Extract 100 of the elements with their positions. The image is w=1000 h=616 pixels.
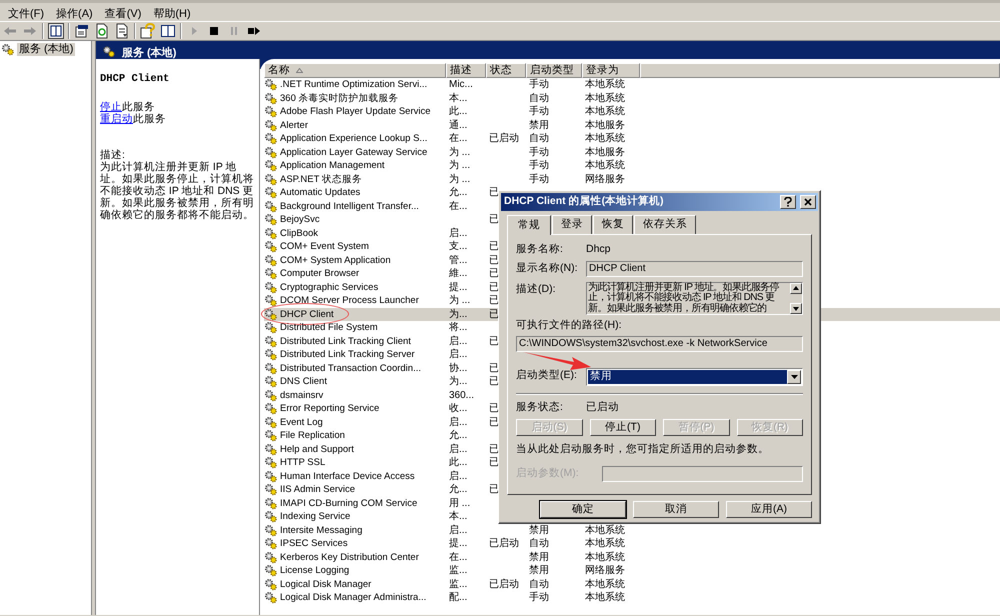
display-name-field[interactable]: DHCP Client [586,260,803,277]
dialog-tab[interactable]: 依存关系 [634,215,696,234]
tree-toggle-icon[interactable] [48,23,64,39]
scroll-up-button[interactable] [790,282,802,294]
description-cell: 在... [449,552,468,562]
close-button[interactable] [800,195,816,209]
field-label: 显示名称(N): [516,260,578,275]
service-name[interactable]: Help and Support [280,442,354,456]
service-name[interactable]: IPSEC Services [280,537,348,550]
service-name[interactable]: File Replication [280,429,345,442]
service-name[interactable]: Indexing Service [280,510,350,524]
description-cell: 允... [449,187,468,198]
column-header[interactable]: 名称 [264,63,446,78]
service-name[interactable]: IMAPI CD-Burning COM Service [280,496,418,510]
description-cell: 在... [449,133,468,144]
service-name[interactable]: Distributed Transaction Coordin... [280,362,421,375]
service-name[interactable]: BejoySvc [280,213,320,226]
service-name[interactable]: DNS Client [280,375,327,388]
gears-icon [264,429,278,442]
menu-item[interactable]: 操作(A) [50,7,99,21]
dialog-button[interactable]: 取消 [633,501,719,518]
export-icon[interactable] [114,23,130,39]
status-cell: 已 [489,282,499,292]
service-name[interactable]: COM+ Event System [280,240,369,254]
column-header[interactable]: 登录为 [582,63,640,78]
help-button[interactable] [780,195,796,209]
service-name[interactable]: Logical Disk Manager [280,578,372,591]
dialog-tab[interactable]: 恢复 [593,215,633,234]
service-name[interactable]: Background Intelligent Transfer... [280,200,419,213]
service-name[interactable]: Kerberos Key Distribution Center [280,550,419,564]
service-name[interactable]: Distributed Link Tracking Server [280,348,415,362]
status-cell: 已 [489,362,499,374]
service-control-button[interactable]: 停止(T) [590,419,656,436]
action-link[interactable]: 重启动 [100,113,133,125]
dialog-tab[interactable]: 常规 [507,215,551,235]
service-name[interactable]: Application Experience Lookup S... [280,132,428,146]
menu-item[interactable]: 文件(F) [2,7,50,21]
description-field[interactable]: 为此计算机注册并更新 IP 地址。如果此服务停止，计算机将不能接收动态 IP 地址和 DNS 更新。如果此服务被禁用，所有明确依赖它的 [586,282,803,316]
startup-type-dropdown[interactable]: 禁用 [586,368,803,386]
description-cell: 为 ... [449,174,470,184]
gears-icon [264,524,278,537]
column-header[interactable]: 启动类型 [526,63,582,78]
description-cell: 允... [449,430,468,441]
path-field[interactable]: C:\WINDOWS\system32\svchost.exe -k NetworkService [516,336,803,352]
service-name[interactable]: COM+ System Application [280,254,391,267]
close-icon [804,198,812,206]
properties-icon[interactable] [74,23,90,39]
service-name[interactable]: Human Interface Device Access [280,470,415,483]
start-parameters-field[interactable] [602,466,803,482]
service-name[interactable]: Cryptographic Services [280,280,378,294]
service-name[interactable]: Alerter [280,118,308,132]
service-name[interactable]: .NET Runtime Optimization Servi... [280,78,428,92]
column-header[interactable]: 状态 [486,63,526,78]
service-name[interactable]: Distributed File System [280,321,378,334]
service-name[interactable]: Distributed Link Tracking Client [280,334,411,348]
gears-icon [264,146,278,159]
status-cell: 已启动 [489,538,519,549]
service-name[interactable]: Event Log [280,416,323,429]
service-name[interactable]: HTTP SSL [280,456,326,470]
service-name[interactable]: Intersite Messaging [280,524,362,537]
service-name[interactable]: ASP.NET 状态服务 [280,172,362,186]
column-header[interactable] [640,63,1000,78]
help-icon[interactable] [140,23,156,39]
dialog-button[interactable]: 确定 [540,501,626,518]
panel-icon[interactable] [160,23,176,39]
service-name[interactable]: IIS Admin Service [280,483,355,496]
logon-cell: 本地系统 [585,160,625,171]
action-link[interactable]: 停止 [100,101,122,113]
service-name[interactable]: Application Layer Gateway Service [280,146,428,159]
description-cell: 启... [449,228,468,238]
service-name[interactable]: dsmainsrv [280,388,324,402]
service-name[interactable]: Application Management [280,159,385,172]
menu-item[interactable]: 帮助(H) [147,7,197,21]
service-name[interactable]: DHCP Client [280,308,334,321]
column-header[interactable]: 描述 [446,63,486,78]
service-name[interactable]: DCOM Server Process Launcher [280,294,419,308]
service-name[interactable]: Computer Browser [280,267,360,280]
service-name[interactable]: 360 杀毒实时防护加载服务 [280,92,398,105]
service-name[interactable]: Adobe Flash Player Update Service [280,105,430,118]
menu-item[interactable]: 查看(V) [98,7,148,21]
gears-icon [264,334,278,348]
service-name-value: Dhcp [586,242,611,256]
status-cell: 已启动 [489,133,519,144]
description-cell: 維... [449,268,468,279]
action-text: 重启动此服务 [100,113,167,125]
refresh-icon[interactable] [94,23,110,39]
service-name[interactable]: ClipBook [280,226,318,240]
dialog-button[interactable]: 应用(A) [726,501,812,518]
description-cell: 360... [449,390,474,400]
gears-icon [264,388,278,402]
status-cell: 已 [489,268,499,279]
description-cell: 监... [449,578,468,590]
service-name[interactable]: License Logging [280,564,350,578]
field-label: 描述(D): [516,282,556,296]
dialog-tab[interactable]: 登录 [552,215,592,234]
scroll-down-button[interactable] [790,303,802,314]
tree-item[interactable]: 服务 (本地) [17,43,76,56]
service-name[interactable]: Automatic Updates [280,186,360,200]
service-name[interactable]: Error Reporting Service [280,402,380,416]
service-name[interactable]: Logical Disk Manager Administra... [280,591,426,604]
